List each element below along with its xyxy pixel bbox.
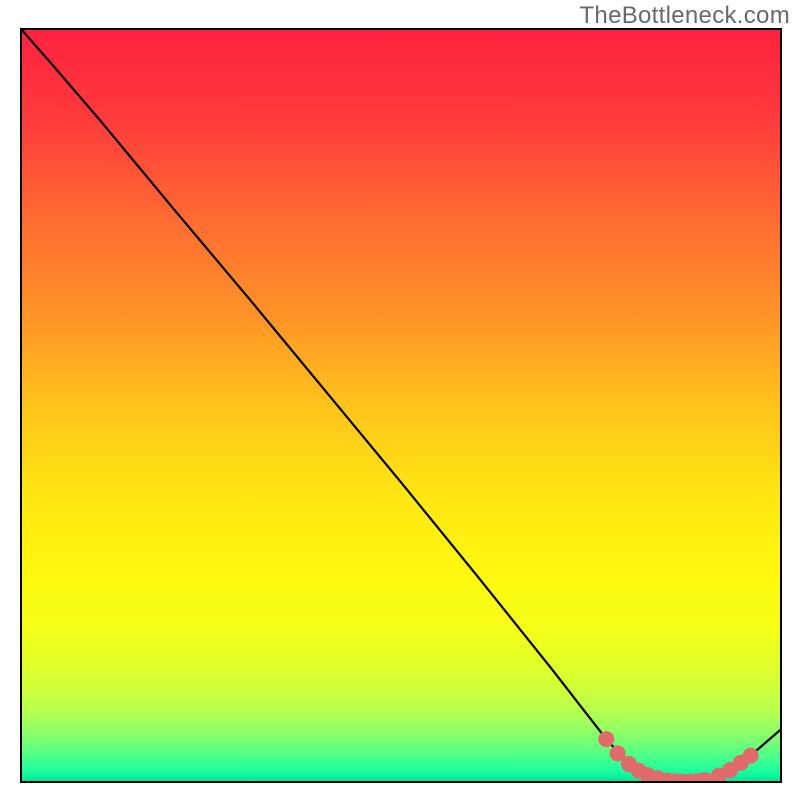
highlight-dot bbox=[598, 731, 614, 747]
highlight-dot bbox=[743, 748, 759, 764]
highlight-dot bbox=[697, 772, 713, 788]
gradient-background bbox=[21, 29, 781, 782]
chart-svg bbox=[0, 0, 800, 800]
chart-stage: TheBottleneck.com bbox=[0, 0, 800, 800]
